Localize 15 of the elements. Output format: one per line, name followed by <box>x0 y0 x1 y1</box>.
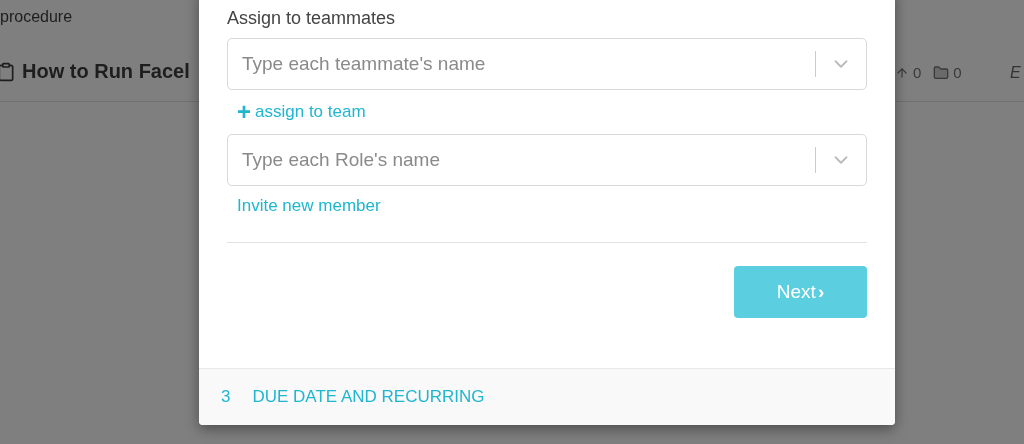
folder-icon <box>933 64 950 81</box>
step-title[interactable]: DUE DATE AND RECURRING <box>252 387 485 407</box>
clipboard-icon <box>0 61 16 82</box>
count: 0 <box>913 64 922 81</box>
role-select[interactable]: Type each Role's name <box>227 134 867 186</box>
page-title: How to Run Facel <box>22 60 190 83</box>
section-label: Assign to teammates <box>227 8 397 29</box>
assign-to-team-link[interactable]: + assign to team <box>237 100 366 124</box>
count: 0 <box>953 64 962 81</box>
step-number: 3 <box>221 387 231 407</box>
breadcrumb[interactable]: procedure <box>0 8 73 26</box>
edit-link[interactable]: E <box>1010 64 1021 82</box>
teammate-select[interactable]: Type each teammate's name <box>227 38 867 90</box>
invite-member-link[interactable]: Invite new member <box>237 196 381 216</box>
next-button[interactable]: Next› <box>734 266 867 318</box>
